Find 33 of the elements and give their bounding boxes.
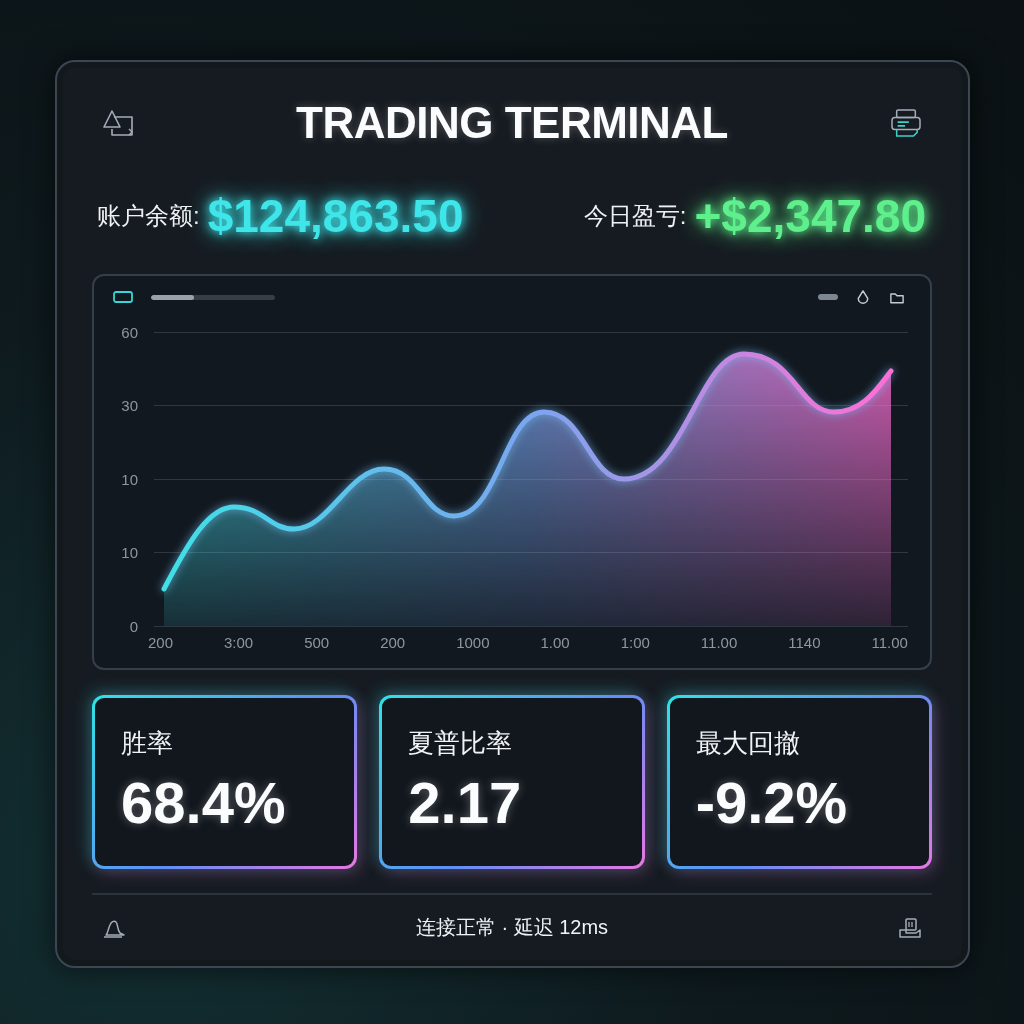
stat-value: 68.4% xyxy=(121,769,286,836)
stat-value: -9.2% xyxy=(695,769,848,836)
x-axis-label: 3:00 xyxy=(224,634,254,653)
x-axis-label: 200 xyxy=(148,634,174,653)
balance-value: +$2,347.80 xyxy=(694,189,926,243)
x-axis-label: 11.00 xyxy=(871,634,908,653)
stat-label: 夏普比率 xyxy=(408,727,513,760)
app-title: TRADING TERMINAL xyxy=(296,97,728,148)
drop-icon[interactable] xyxy=(856,289,870,305)
balance-label: 账户余额: xyxy=(97,201,200,231)
x-axis-label: 1000 xyxy=(456,634,490,653)
balance-label: 今日盈亏: xyxy=(583,201,687,231)
y-axis-label: 60 xyxy=(120,323,138,341)
x-axis-label: 1140 xyxy=(788,634,821,653)
tray-icon[interactable] xyxy=(898,916,922,939)
balance-value: $124,863.50 xyxy=(207,189,464,243)
y-axis-label: 10 xyxy=(120,544,138,561)
printer-icon[interactable] xyxy=(890,108,922,137)
y-axis-label: 10 xyxy=(120,470,138,488)
stat-label: 最大回撤 xyxy=(695,727,800,760)
x-axis-label: 500 xyxy=(304,634,330,653)
rectangle-icon[interactable] xyxy=(113,291,133,303)
x-axis-label: 1:00 xyxy=(620,634,650,653)
y-axis-label: 30 xyxy=(120,397,138,414)
shapes-icon[interactable] xyxy=(102,108,134,137)
x-axis-label: 11.00 xyxy=(700,634,738,653)
x-axis-label: 1.00 xyxy=(540,634,570,653)
stat-value: 2.17 xyxy=(408,769,522,836)
minus-icon[interactable] xyxy=(818,294,838,300)
x-axis-label: 200 xyxy=(380,634,406,653)
stat-label: 胜率 xyxy=(121,727,173,760)
connection-status: 连接正常 · 延迟 12ms xyxy=(415,915,609,940)
y-axis-label: 0 xyxy=(128,617,138,635)
